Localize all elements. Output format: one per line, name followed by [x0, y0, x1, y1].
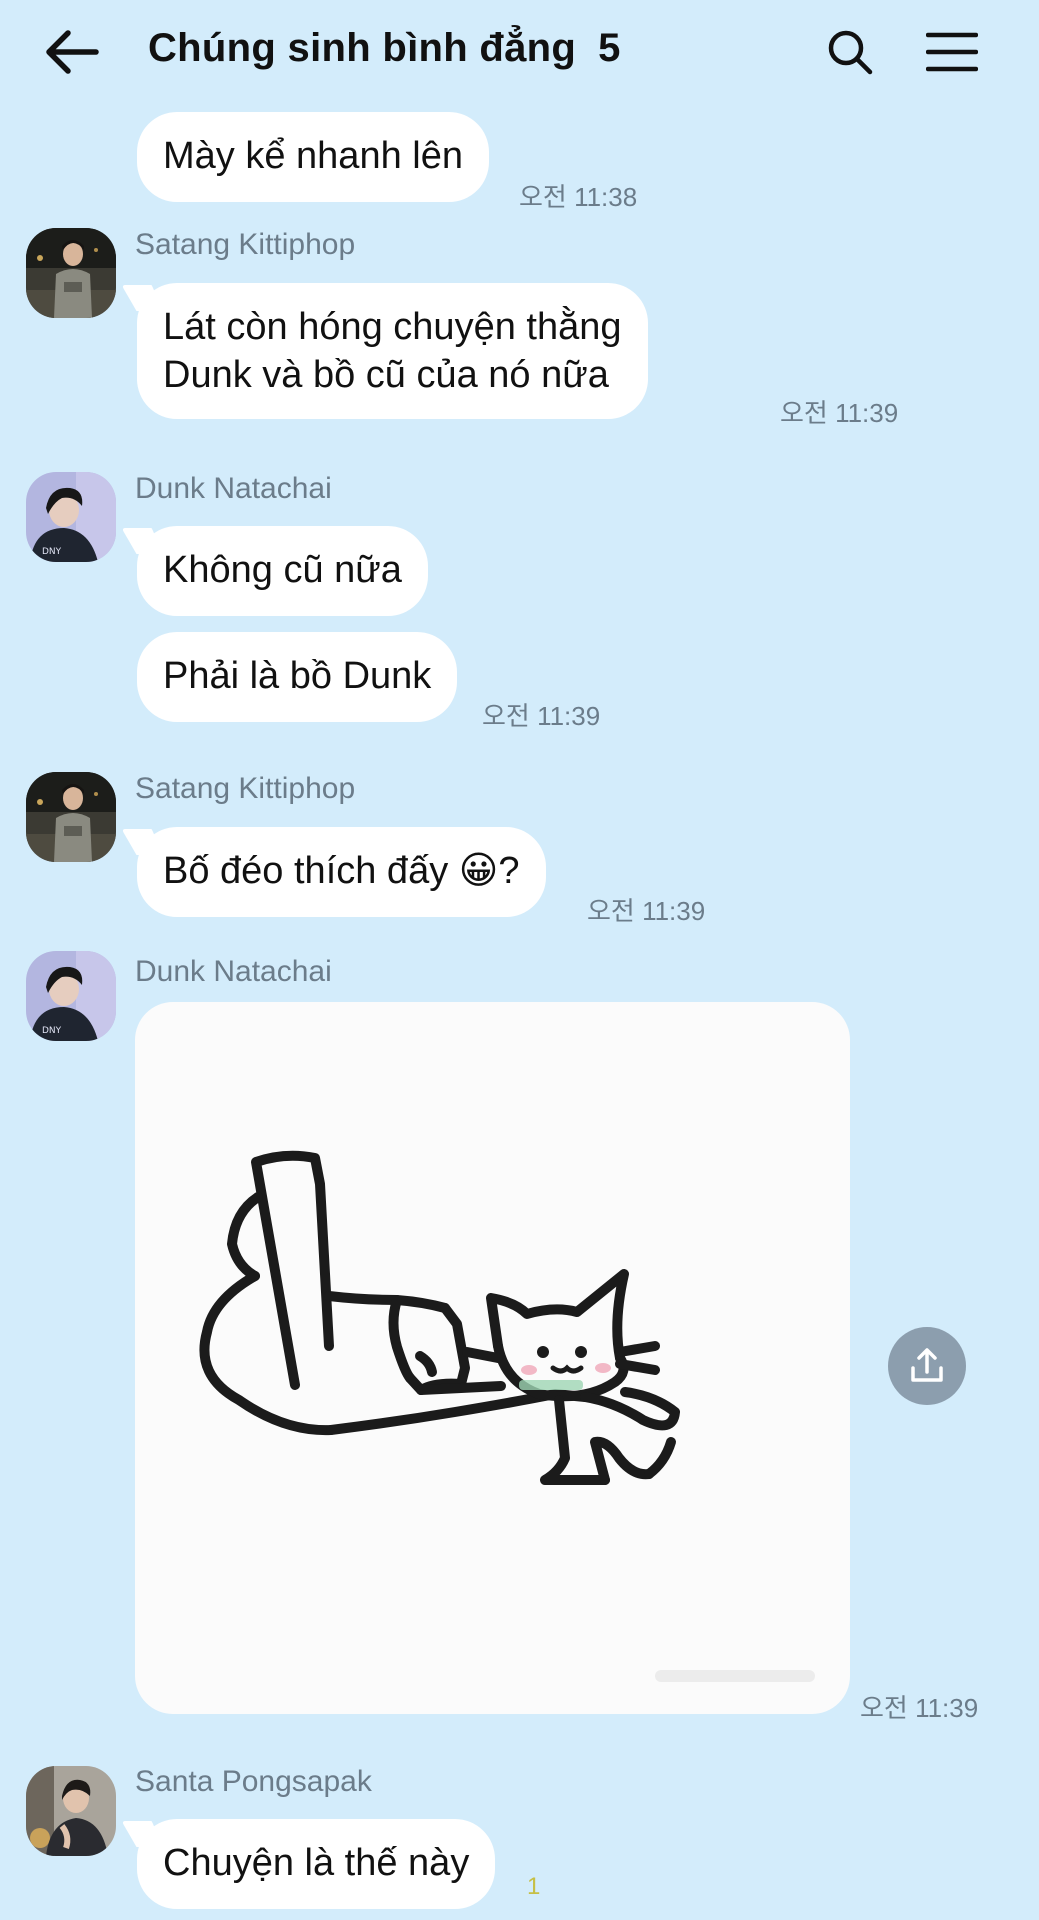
- unread-count: 1: [527, 1873, 541, 1900]
- member-count: 5: [598, 26, 621, 70]
- message-bubble[interactable]: Không cũ nữa: [137, 526, 428, 616]
- message-text: Chuyện là thế này: [163, 1842, 470, 1884]
- share-upload-icon: [911, 1348, 943, 1382]
- message-text-line: Lát còn hóng chuyện thằng: [163, 306, 622, 348]
- hamburger-menu-icon: [926, 32, 978, 72]
- message-time: 오전 11:39: [482, 701, 601, 731]
- svg-text:DNY: DNY: [42, 1026, 62, 1036]
- message-text-line: Dunk và bồ cũ của nó nữa: [163, 354, 609, 396]
- share-button[interactable]: [888, 1327, 966, 1405]
- avatar-satang[interactable]: [26, 228, 116, 318]
- sender-name: Santa Pongsapak: [135, 1765, 372, 1798]
- search-icon: [828, 30, 873, 75]
- arrow-left-icon: [46, 30, 99, 74]
- message-bubble[interactable]: Phải là bồ Dunk: [137, 632, 458, 722]
- sender-name: Dunk Natachai: [135, 955, 332, 988]
- message-bubble[interactable]: Lát còn hóng chuyện thằng Dunk và bồ cũ …: [137, 283, 648, 419]
- avatar-santa[interactable]: [26, 1766, 116, 1856]
- sender-name: Satang Kittiphop: [135, 228, 356, 261]
- message-text: Bố đéo thích đấy 😀?: [163, 850, 520, 892]
- avatar-photo-satang: [26, 228, 116, 318]
- message-text: Mày kể nhanh lên: [163, 135, 463, 177]
- avatar-photo-dunk: DNY: [26, 951, 116, 1041]
- chat-title: Chúng sinh bình đẳng 5: [148, 26, 621, 71]
- sender-name: Dunk Natachai: [135, 472, 332, 505]
- message-bubble[interactable]: Bố đéo thích đấy 😀?: [137, 827, 546, 917]
- message-time: 오전 11:38: [519, 182, 638, 212]
- avatar-dunk[interactable]: DNY: [26, 951, 116, 1041]
- avatar-dunk[interactable]: DNY: [26, 472, 116, 562]
- group-name: Chúng sinh bình đẳng: [148, 26, 577, 70]
- back-button[interactable]: [36, 22, 108, 82]
- sender-name: Satang Kittiphop: [135, 772, 356, 805]
- message-text: Phải là bồ Dunk: [163, 655, 432, 697]
- middle-finger-cat-sketch: [199, 1150, 815, 1682]
- message-time: 오전 11:39: [860, 1693, 979, 1723]
- message-time: 오전 11:39: [587, 896, 706, 926]
- search-button[interactable]: [818, 20, 882, 84]
- avatar-photo-dunk: DNY: [26, 472, 116, 562]
- avatar-photo-satang: [26, 772, 116, 862]
- message-time: 오전 11:39: [780, 398, 899, 428]
- menu-button[interactable]: [920, 20, 984, 84]
- avatar-satang[interactable]: [26, 772, 116, 862]
- message-text: Không cũ nữa: [163, 549, 402, 591]
- chat-header: Chúng sinh bình đẳng 5: [0, 0, 1039, 104]
- message-bubble[interactable]: Mày kể nhanh lên: [137, 112, 489, 202]
- message-bubble[interactable]: Chuyện là thế này: [137, 1819, 496, 1909]
- svg-text:DNY: DNY: [42, 547, 62, 557]
- image-message[interactable]: [135, 1002, 850, 1714]
- avatar-photo-santa: [26, 1766, 116, 1856]
